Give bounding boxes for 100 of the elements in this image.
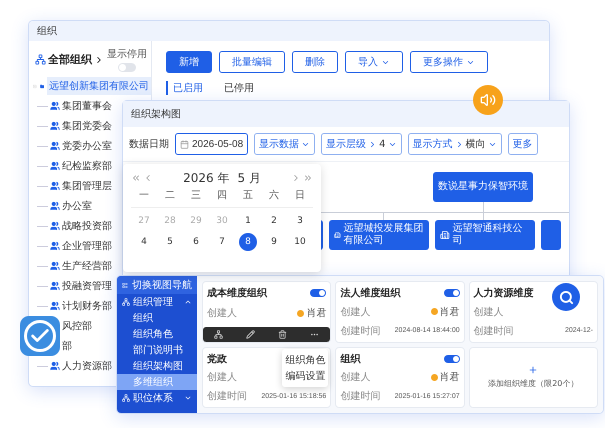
- toolbar-button[interactable]: 导入: [345, 51, 403, 73]
- tree-item[interactable]: 企业管理部: [62, 239, 112, 253]
- calendar-day[interactable]: 2: [265, 212, 283, 230]
- filter-select[interactable]: 显示层级 4: [321, 133, 402, 155]
- card-title: 人力资源维度: [474, 286, 534, 300]
- users-icon: [50, 241, 60, 251]
- chevron-down-icon: [184, 394, 192, 402]
- add-dimension-card[interactable]: 添加组织维度（限20个）: [468, 346, 598, 408]
- menu-group[interactable]: 组织管理: [117, 294, 197, 310]
- avatar-dot: [430, 308, 438, 316]
- calendar-day[interactable]: 8: [239, 233, 257, 251]
- users-icon: [50, 121, 60, 131]
- calendar-year: 2026 年: [183, 170, 230, 186]
- tree-item[interactable]: 战略投资部: [62, 219, 112, 233]
- weekday-label: 一: [139, 189, 149, 203]
- window-title: 组织架构图: [123, 101, 569, 127]
- toggle-switch[interactable]: [444, 354, 460, 362]
- calendar-day[interactable]: 10: [291, 233, 309, 251]
- plus-icon: [528, 365, 538, 376]
- menu-item[interactable]: 组织架构图: [117, 358, 197, 374]
- chevron-up-icon: [184, 298, 192, 306]
- calendar-icon: [180, 140, 189, 148]
- menu-item[interactable]: 组织角色: [117, 326, 197, 342]
- menu-item[interactable]: 编码设置: [282, 368, 328, 384]
- org-icon: [122, 298, 130, 306]
- users-icon: [50, 281, 60, 291]
- tree-item[interactable]: 办公室: [62, 199, 92, 213]
- delete-icon[interactable]: [278, 330, 288, 338]
- org-node[interactable]: 远望城投发展集团有限公司: [329, 220, 429, 250]
- avatar-dot: [430, 374, 438, 381]
- weekday-label: 五: [243, 189, 253, 203]
- users-icon: [50, 201, 60, 211]
- show-data-dropdown[interactable]: 显示数据: [254, 133, 316, 155]
- tree-item[interactable]: 纪检监察部: [62, 159, 112, 173]
- tree-item[interactable]: 风控部: [62, 319, 92, 333]
- filter-select[interactable]: 显示方式 横向: [408, 133, 502, 155]
- creator-label: 创建人: [474, 306, 504, 319]
- calendar-day[interactable]: 7: [213, 233, 231, 251]
- card-title: 成本维度组织: [207, 286, 267, 300]
- tree-item[interactable]: 集团党委会: [62, 119, 112, 133]
- toggle-switch[interactable]: [444, 289, 460, 297]
- calendar-day[interactable]: 9: [265, 233, 283, 251]
- tree-item[interactable]: 计划财务部: [62, 299, 112, 313]
- time-label: 创建时间: [207, 390, 247, 403]
- toolbar-button[interactable]: 批量编辑: [219, 51, 285, 73]
- prev-year-icon[interactable]: [131, 173, 141, 183]
- tree-header: 全部组织: [48, 52, 92, 67]
- calendar-month: 5 月: [237, 170, 261, 186]
- tree-item[interactable]: 生产经营部: [62, 259, 112, 273]
- tree-item[interactable]: 集团董事会: [62, 99, 112, 113]
- menu-item[interactable]: 部门说明书: [117, 342, 197, 358]
- date-field[interactable]: 2026-05-08: [175, 133, 248, 155]
- menu-item[interactable]: 组织角色: [282, 352, 328, 368]
- tree-item[interactable]: 人力资源部: [62, 359, 112, 373]
- card-title: 法人维度组织: [340, 286, 400, 300]
- org-node[interactable]: [541, 220, 561, 250]
- creator-name: 肖君: [297, 306, 326, 320]
- date-label: 数据日期: [129, 138, 169, 151]
- nav-header[interactable]: 切换视图导航: [117, 276, 197, 294]
- menu-item[interactable]: 组织: [117, 310, 197, 326]
- edit-icon[interactable]: [246, 330, 256, 338]
- creator-label: 创建人: [207, 370, 237, 384]
- calendar-day[interactable]: 6: [187, 233, 205, 251]
- weekday-label: 六: [269, 188, 279, 203]
- toolbar-button[interactable]: 删除: [292, 51, 338, 73]
- status-tab[interactable]: 已启用: [166, 81, 203, 95]
- more-button[interactable]: 更多: [508, 133, 538, 155]
- weekday-label: 二: [165, 189, 175, 203]
- users-icon: [50, 101, 60, 111]
- users-icon: [50, 221, 60, 231]
- toolbar-button[interactable]: 更多操作: [410, 51, 488, 73]
- users-icon: [50, 161, 60, 171]
- users-icon: [50, 361, 60, 371]
- tree-item[interactable]: 党委办公室: [62, 139, 112, 153]
- users-icon: [50, 141, 60, 151]
- card-title: 党政: [207, 352, 227, 366]
- org-node[interactable]: 远望智通科技公司: [435, 220, 535, 250]
- status-tab[interactable]: 已停用: [217, 81, 254, 95]
- building-icon: [440, 230, 450, 240]
- show-disabled-label: 显示停用: [107, 48, 147, 61]
- tree-item[interactable]: 部: [62, 339, 72, 353]
- org-node[interactable]: 数说星事力保智环境: [433, 172, 533, 202]
- calendar-day[interactable]: 3: [291, 212, 309, 230]
- toggle-switch[interactable]: [310, 289, 326, 297]
- org-icon: [122, 394, 130, 402]
- calendar-day[interactable]: 1: [239, 212, 257, 230]
- next-year-icon[interactable]: [303, 173, 313, 183]
- weekday-label: 四: [217, 189, 227, 203]
- tree-item[interactable]: 投融资管理: [62, 279, 112, 293]
- tree-item[interactable]: 远望创新集团有限公司: [47, 77, 151, 95]
- org-icon[interactable]: [214, 330, 224, 338]
- tree-item[interactable]: 集团管理层: [62, 179, 112, 193]
- toggle-switch[interactable]: [118, 63, 136, 72]
- window-title: 组织: [29, 21, 549, 41]
- add-dimension-text: 添加组织维度（限20个）: [488, 378, 578, 390]
- toolbar-button[interactable]: 新增: [166, 51, 212, 73]
- calendar-day[interactable]: 5: [161, 233, 179, 251]
- menu-group[interactable]: 职位体系: [117, 390, 197, 406]
- calendar-day[interactable]: 4: [135, 233, 153, 251]
- list-icon: [122, 280, 128, 290]
